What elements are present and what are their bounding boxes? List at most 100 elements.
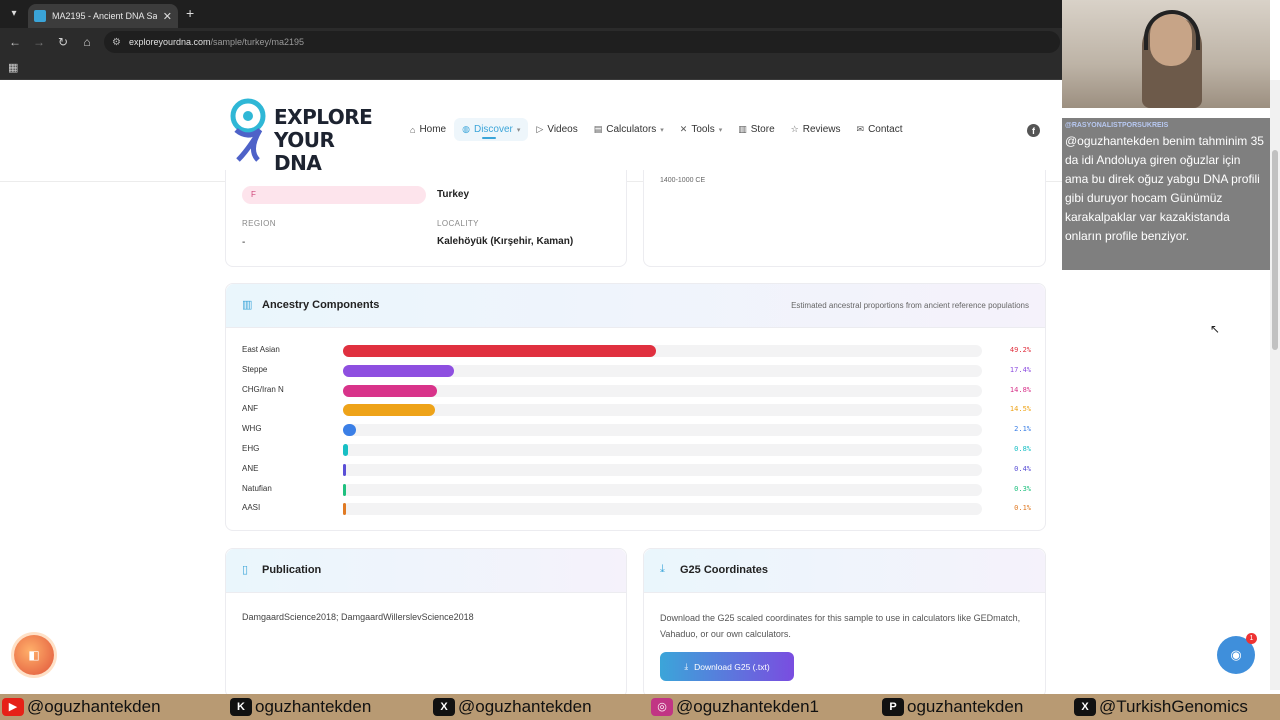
- social-handle-text: oguzhantekden: [255, 697, 372, 716]
- home-browser-icon[interactable]: ⌂: [79, 34, 95, 50]
- sample-info-card: F Turkey REGION - LOCALITY Kalehöyük (Kı…: [225, 170, 627, 267]
- publication-card: ▯ Publication DamgaardScience2018; Damga…: [225, 548, 627, 698]
- url-field[interactable]: ⚙ exploreyourdna.com/sample/turkey/ma219…: [104, 31, 1060, 53]
- ancestry-card: ▥ Ancestry Components Estimated ancestra…: [225, 283, 1046, 531]
- home-icon: ⌂: [410, 124, 416, 135]
- floating-widget-button[interactable]: ◧: [14, 635, 54, 675]
- widget-icon: ◧: [28, 648, 40, 662]
- facebook-icon[interactable]: f: [1027, 124, 1040, 137]
- site-favicon-icon: [34, 10, 46, 22]
- ancestry-bar-track: [343, 364, 982, 377]
- nav-reviews[interactable]: ☆ Reviews: [783, 118, 849, 141]
- dna-logo-icon: [230, 98, 266, 162]
- page-scrollbar[interactable]: [1270, 80, 1280, 690]
- star-icon: ☆: [790, 124, 799, 134]
- chat-message: @oguzhantekden benim tahminim 35 da idi …: [1065, 134, 1264, 243]
- social-bar: ▶ @oguzhantekden Koguzhantekden X @oguzhante…: [0, 694, 1280, 720]
- ancestry-bar-track: [343, 345, 982, 357]
- nav-label: Store: [750, 124, 775, 135]
- chat-bubble-icon: ◉: [1230, 647, 1242, 662]
- logo-line-2: YOUR DNA: [274, 128, 335, 175]
- globe-icon: ◍: [462, 124, 470, 134]
- instagram-icon: ◎: [651, 698, 673, 716]
- ancestry-row: Steppe 17.4%: [226, 361, 1047, 381]
- ancestry-name: WHG: [242, 424, 262, 434]
- scrollbar-thumb[interactable]: [1272, 150, 1278, 350]
- ancestry-name: CHG/Iran N: [242, 384, 284, 394]
- store-icon: ▥: [738, 124, 747, 134]
- chart-icon: ▥: [242, 299, 253, 311]
- forward-icon[interactable]: →: [31, 34, 47, 50]
- social-handle-text: @oguzhantekden1: [676, 697, 819, 716]
- site-logo[interactable]: EXPLORE YOUR DNA: [228, 94, 373, 175]
- site-info-icon[interactable]: ⚙: [112, 37, 121, 48]
- tab-search-icon[interactable]: ▾: [6, 6, 22, 22]
- social-handle: ◎ @oguzhantekden1: [651, 694, 819, 720]
- patreon-icon: P: [882, 698, 904, 716]
- social-handle: ▶ @oguzhantekden: [2, 694, 161, 720]
- nav-tools[interactable]: ✕ Tools ▾: [672, 118, 730, 141]
- tools-icon: ✕: [679, 124, 688, 134]
- ancestry-bar-fill: [343, 364, 454, 377]
- x-icon: X: [433, 698, 455, 716]
- chevron-down-icon: ▾: [660, 126, 664, 134]
- notification-badge: 1: [1246, 633, 1257, 644]
- nav-label: Reviews: [802, 124, 841, 135]
- nav-videos[interactable]: ▷ Videos: [528, 118, 585, 141]
- ancestry-bar-track: [343, 483, 982, 496]
- ancestry-name: EHG: [242, 444, 260, 453]
- ancestry-bar-track: [343, 503, 982, 516]
- locality-value: Kalehöyük (Kırşehir, Kaman): [437, 236, 574, 247]
- nav-calculators[interactable]: ▤ Calculators ▾: [586, 118, 672, 141]
- ancestry-percent: 17.4%: [1009, 365, 1031, 374]
- publication-title: Publication: [262, 564, 322, 576]
- ancestry-percent: 0.3%: [1014, 484, 1031, 493]
- ancestry-name: Steppe: [242, 364, 268, 374]
- nav-contact[interactable]: ✉ Contact: [849, 118, 911, 141]
- social-handle: X @oguzhantekden: [433, 694, 592, 720]
- nav-label: Tools: [691, 124, 715, 135]
- nav-store[interactable]: ▥ Store: [730, 118, 782, 141]
- ancestry-row: WHG 2.1%: [226, 420, 1047, 440]
- ancestry-row: EHG 0.8%: [226, 440, 1047, 460]
- main-nav: ⌂ Home ◍ Discover ▾ ▷ Videos ▤ Calculators ▾ ✕…: [402, 118, 911, 141]
- publication-text: DamgaardScience2018; DamgaardWillerslevS…: [242, 612, 474, 622]
- ancestry-bar-track: [343, 444, 982, 456]
- ancestry-bar-fill: [343, 503, 346, 516]
- ancestry-bar-fill: [343, 483, 346, 496]
- ancestry-bar-track: [343, 463, 982, 476]
- ancestry-row: AASI 0.1%: [226, 499, 1047, 519]
- ancestry-bar-fill: [343, 444, 348, 456]
- site-header: EXPLORE YOUR DNA ⌂ Home ◍ Discover ▾ ▷ Video…: [0, 80, 1062, 182]
- ancestry-bar-fill: [343, 424, 356, 437]
- social-handle: Koguzhantekden: [230, 694, 371, 720]
- nav-label: Home: [419, 124, 447, 135]
- social-handle-text: @TurkishGenomics: [1099, 697, 1248, 716]
- nav-discover[interactable]: ◍ Discover ▾: [454, 118, 529, 141]
- ancestry-row: ANF 14.5%: [226, 400, 1047, 420]
- browser-tab[interactable]: MA2195 - Ancient DNA Sample ✕: [28, 4, 178, 28]
- download-g25-button[interactable]: ⤓ Download G25 (.txt): [660, 652, 794, 681]
- apps-grid-icon[interactable]: ▦: [8, 61, 18, 74]
- ancestry-title: Ancestry Components: [262, 299, 380, 311]
- nav-home[interactable]: ⌂ Home: [402, 118, 454, 141]
- x-icon: X: [1074, 698, 1096, 716]
- chat-message-box: @RASYONALISTPORSUKREIS @oguzhantekden be…: [1062, 118, 1270, 270]
- tab-close-icon[interactable]: ✕: [163, 10, 172, 23]
- g25-card: ⤓ G25 Coordinates Download the G25 scale…: [643, 548, 1046, 698]
- chevron-down-icon: ▾: [516, 126, 521, 134]
- new-tab-icon[interactable]: +: [186, 5, 194, 21]
- reload-icon[interactable]: ↻: [55, 34, 71, 50]
- tab-title: MA2195 - Ancient DNA Sample: [52, 11, 157, 21]
- ancestry-percent: 14.8%: [1009, 385, 1031, 394]
- region-label: REGION: [242, 219, 276, 228]
- mail-icon: ✉: [856, 124, 865, 134]
- back-icon[interactable]: ←: [7, 34, 23, 50]
- ancestry-percent: 49.2%: [1009, 346, 1031, 354]
- nav-label: Discover: [473, 124, 513, 135]
- ancestry-subtitle: Estimated ancestral proportions from anc…: [791, 301, 1029, 310]
- download-icon: ⤓: [684, 661, 689, 671]
- g25-title: G25 Coordinates: [680, 564, 769, 576]
- ancestry-name: ANF: [242, 404, 258, 414]
- url-host: exploreyourdna.com: [128, 37, 211, 47]
